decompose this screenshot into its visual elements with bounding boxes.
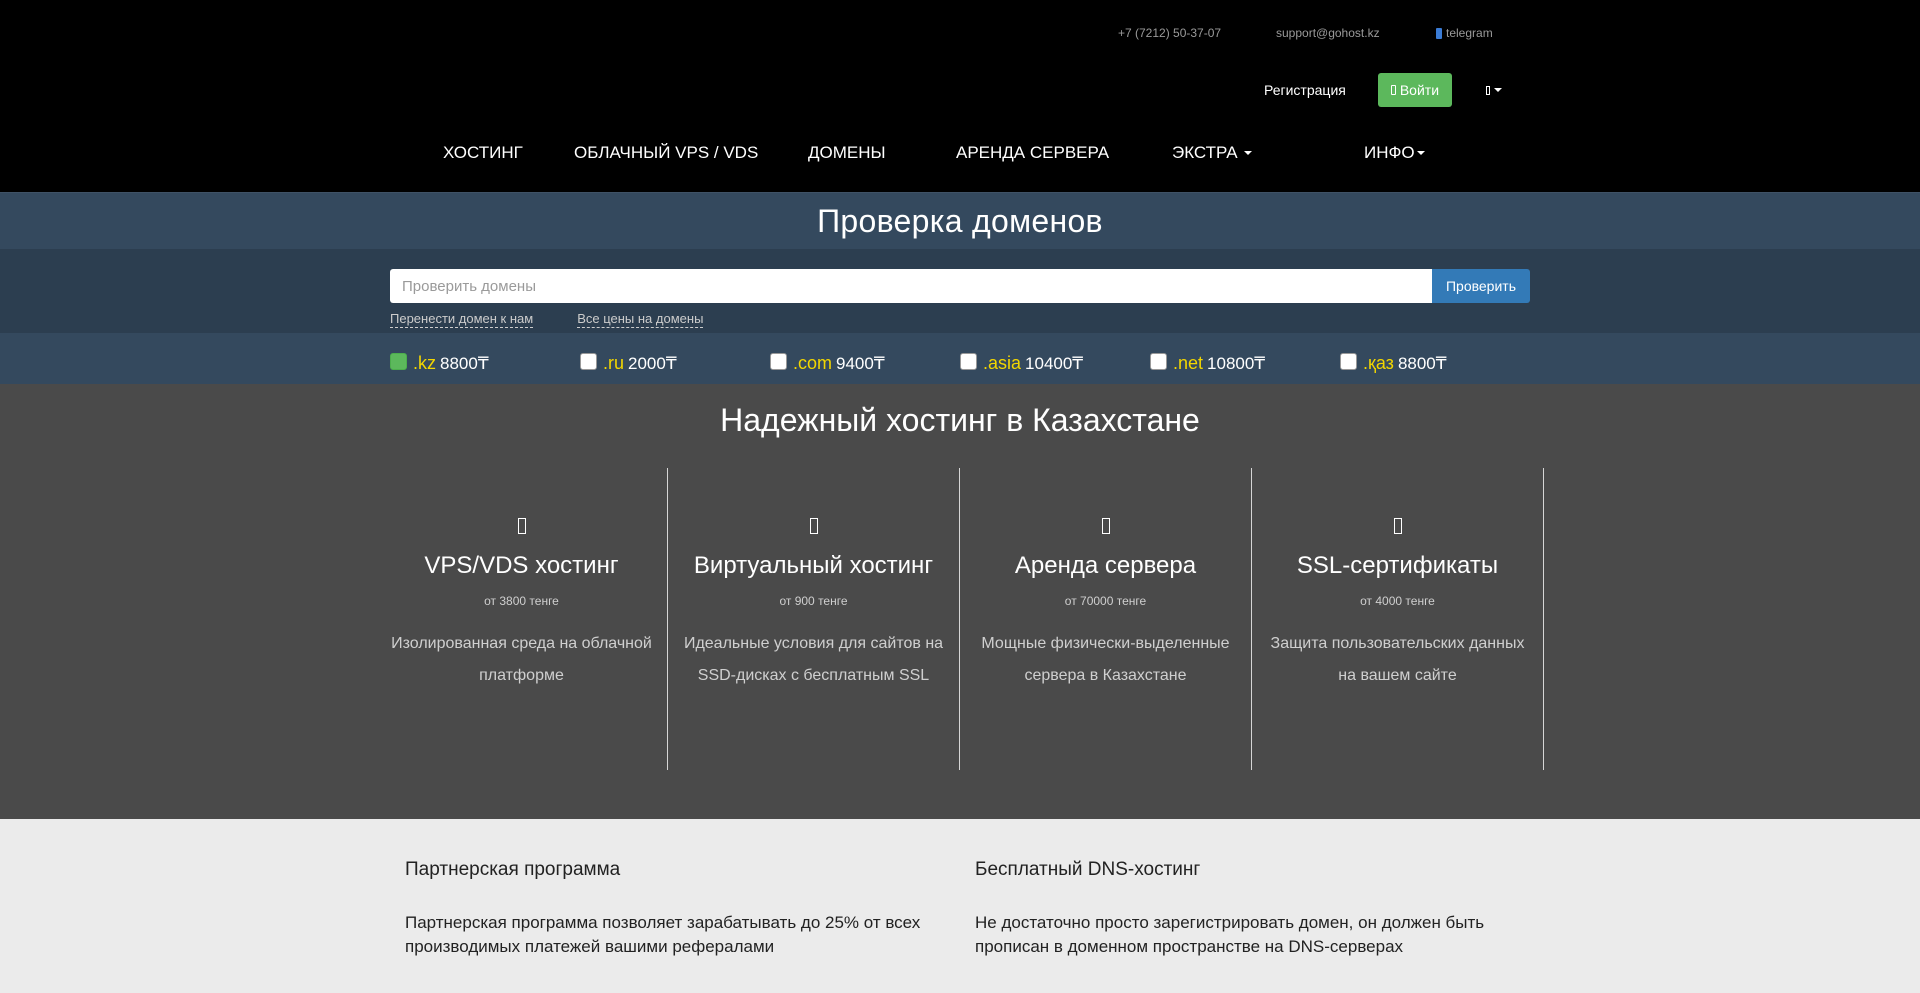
zone-option-com[interactable]: .com 9400₸ [770,353,885,374]
domain-links: Перенести домен к нам Все цены на домены [390,311,704,328]
service-price: от 4000 тенге [1360,594,1435,608]
contacts-bar: +7 (7212) 50-37-07 support@gohost.kz tel… [1118,26,1493,40]
chevron-down-icon [1416,151,1425,155]
domain-check-button[interactable]: Проверить [1432,269,1530,303]
email-link[interactable]: support@gohost.kz [1276,26,1436,40]
lock-icon [1393,518,1402,534]
site-header: +7 (7212) 50-37-07 support@gohost.kz tel… [0,0,1920,192]
service-card-server-rental[interactable]: Аренда сервера от 70000 тенге Мощные физ… [960,468,1252,770]
domain-check-section: Проверка доменов Проверить Перенести дом… [0,192,1920,385]
zone-checkbox[interactable] [770,353,787,370]
domain-check-title-row: Проверка доменов [0,193,1920,249]
login-label: Войти [1399,82,1440,98]
service-title: VPS/VDS хостинг [424,552,619,579]
service-description: Защита пользовательских данных на вашем … [1270,635,1525,684]
login-button[interactable]: Войти [1377,73,1453,107]
nav-domains-label: ДОМЕНЫ [808,143,886,162]
server-icon [809,518,818,534]
user-bar: Регистрация Войти [1264,73,1503,107]
zone-price: 8800₸ [440,353,489,373]
domain-search-input[interactable] [390,269,1432,303]
login-icon [1390,85,1396,95]
nav-server-label: АРЕНДА СЕРВЕРА [956,143,1110,162]
phone-link[interactable]: +7 (7212) 50-37-07 [1118,26,1276,40]
zone-option-kz[interactable]: .kz 8800₸ [390,353,489,374]
language-dropdown[interactable] [1486,85,1503,95]
partner-program-title[interactable]: Партнерская программа [405,859,925,881]
domain-prices-link[interactable]: Все цены на домены [577,311,704,328]
zone-checkbox[interactable] [390,353,407,370]
chevron-down-icon [1243,151,1252,155]
service-card-vps[interactable]: VPS/VDS хостинг от 3800 тенге Изолирован… [376,468,668,770]
zone-price: 9400₸ [836,353,885,373]
nav-hosting-label: ХОСТИНГ [443,143,523,162]
nav-vps-label: ОБЛАЧНЫЙ VPS / VDS [574,143,759,162]
service-price: от 3800 тенге [484,594,559,608]
zone-checkbox[interactable] [580,353,597,370]
info-section: Партнерская программа Партнерская програ… [0,819,1920,993]
zone-option-ru[interactable]: .ru 2000₸ [580,353,677,374]
nav-extra[interactable]: ЭКСТРА [1172,143,1252,163]
telegram-link[interactable]: telegram [1436,26,1493,40]
zone-option-net[interactable]: .net 10800₸ [1150,353,1265,374]
nav-server-rental[interactable]: АРЕНДА СЕРВЕРА [956,143,1109,163]
main-nav: ХОСТИНГ ОБЛАЧНЫЙ VPS / VDS ДОМЕНЫ АРЕНДА… [0,143,1920,163]
domain-check-title: Проверка доменов [817,203,1103,239]
partner-program-text: Партнерская программа позволяет зарабаты… [405,913,921,956]
hosting-section: Надежный хостинг в Казахстане VPS/VDS хо… [0,384,1920,819]
telegram-icon [1436,27,1442,39]
zone-extension: .com [793,353,833,373]
zone-extension: .net [1173,353,1204,373]
nav-info-label: ИНФО [1364,143,1415,162]
hdd-icon [1101,518,1110,534]
hosting-title: Надежный хостинг в Казахстане [720,402,1200,438]
service-price: от 900 тенге [779,594,848,608]
zone-extension: .ru [603,353,625,373]
dns-hosting-text: Не достаточно просто зарегистрировать до… [975,913,1485,956]
zone-price: 10800₸ [1207,353,1266,373]
zone-checkbox[interactable] [1150,353,1167,370]
nav-domains[interactable]: ДОМЕНЫ [808,143,886,163]
domain-zones: .kz 8800₸ .ru 2000₸ .com 9400₸ .asia 104… [0,333,1920,385]
service-title: Виртуальный хостинг [693,552,934,579]
zone-price: 2000₸ [628,353,677,373]
zone-option-kaz[interactable]: .қаз 8800₸ [1340,353,1447,374]
nav-vps[interactable]: ОБЛАЧНЫЙ VPS / VDS [574,143,758,163]
telegram-label: telegram [1446,26,1493,40]
zone-extension: .asia [983,353,1022,373]
service-description: Изолированная среда на облачной платформ… [391,635,652,684]
zone-checkbox[interactable] [960,353,977,370]
zone-extension: .қаз [1363,353,1394,373]
partner-program-block: Партнерская программа Партнерская програ… [405,859,925,959]
service-description: Мощные физически-выделенные сервера в Ка… [981,635,1230,684]
chevron-down-icon [1494,88,1503,92]
service-card-virtual-hosting[interactable]: Виртуальный хостинг от 900 тенге Идеальн… [668,468,960,770]
service-title: Аренда сервера [1014,552,1197,579]
dns-hosting-block: Бесплатный DNS-хостинг Не достаточно про… [975,859,1495,959]
nav-info[interactable]: ИНФО [1364,143,1425,163]
zone-extension: .kz [413,353,437,373]
service-price: от 70000 тенге [1064,594,1147,608]
domain-search: Проверить [390,269,1530,303]
dns-hosting-title[interactable]: Бесплатный DNS-хостинг [975,859,1495,881]
service-description: Идеальные условия для сайтов на SSD-диск… [683,635,944,684]
zone-checkbox[interactable] [1340,353,1357,370]
zone-price: 10400₸ [1025,353,1084,373]
nav-extra-label: ЭКСТРА [1172,143,1238,162]
zone-option-asia[interactable]: .asia 10400₸ [960,353,1083,374]
globe-icon [1486,85,1491,95]
zone-price: 8800₸ [1397,353,1447,373]
service-card-ssl[interactable]: SSL-сертификаты от 4000 тенге Защита пол… [1252,468,1544,770]
service-title: SSL-сертификаты [1296,552,1499,579]
transfer-domain-link[interactable]: Перенести домен к нам [390,311,534,328]
nav-hosting[interactable]: ХОСТИНГ [443,143,523,163]
register-link[interactable]: Регистрация [1264,82,1346,98]
cloud-icon [517,518,526,534]
